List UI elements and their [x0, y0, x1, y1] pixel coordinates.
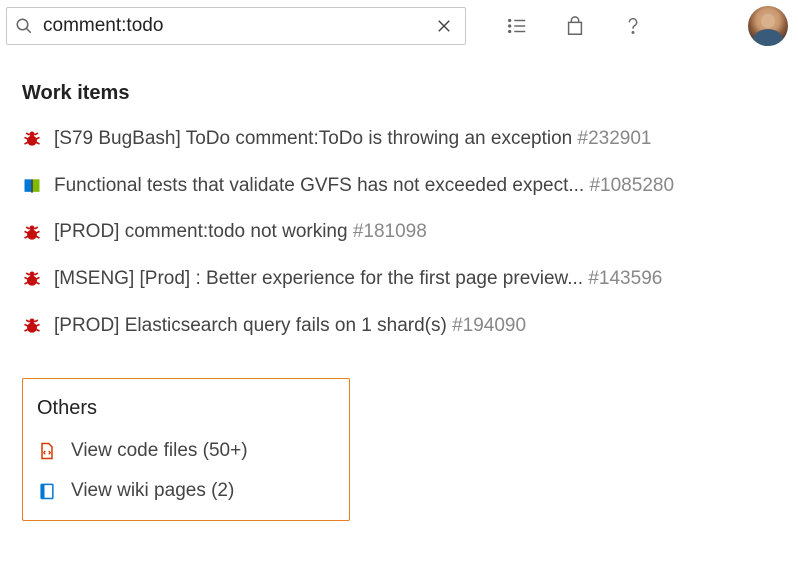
book-icon [22, 176, 42, 196]
work-item-row[interactable]: [PROD] Elasticsearch query fails on 1 sh… [22, 314, 776, 339]
bug-icon [22, 223, 42, 243]
work-items-heading: Work items [22, 82, 776, 105]
topbar [0, 0, 798, 52]
work-item-title: Functional tests that validate GVFS has … [54, 174, 674, 199]
view-wiki-pages-link[interactable]: View wiki pages (2) [37, 480, 335, 502]
view-code-files-link[interactable]: View code files (50+) [37, 440, 335, 462]
wiki-icon [37, 481, 57, 501]
search-icon [15, 17, 33, 35]
other-item-label: View code files (50+) [71, 440, 248, 462]
results-panel: Work items [S79 BugBash] ToDo comment:To… [0, 52, 798, 531]
bug-icon [22, 129, 42, 149]
others-section: Others View code files (50+) View wiki p… [22, 378, 350, 521]
work-item-title: [PROD] comment:todo not working #181098 [54, 220, 427, 245]
clear-search-button[interactable] [431, 13, 457, 39]
shopping-bag-icon[interactable] [564, 15, 586, 37]
other-item-label: View wiki pages (2) [71, 480, 234, 502]
work-item-row[interactable]: Functional tests that validate GVFS has … [22, 174, 776, 199]
work-item-title: [MSENG] [Prod] : Better experience for t… [54, 267, 662, 292]
others-heading: Others [37, 397, 335, 420]
work-items-list: [S79 BugBash] ToDo comment:ToDo is throw… [22, 127, 776, 338]
bug-icon [22, 316, 42, 336]
work-item-title: [S79 BugBash] ToDo comment:ToDo is throw… [54, 127, 651, 152]
code-file-icon [37, 441, 57, 461]
user-avatar[interactable] [748, 6, 788, 46]
work-item-row[interactable]: [PROD] comment:todo not working #181098 [22, 220, 776, 245]
work-item-row[interactable]: [S79 BugBash] ToDo comment:ToDo is throw… [22, 127, 776, 152]
bug-icon [22, 269, 42, 289]
search-input[interactable] [43, 15, 431, 37]
work-item-row[interactable]: [MSENG] [Prod] : Better experience for t… [22, 267, 776, 292]
work-item-title: [PROD] Elasticsearch query fails on 1 sh… [54, 314, 526, 339]
search-box[interactable] [6, 7, 466, 45]
list-icon[interactable] [506, 15, 528, 37]
top-icons [506, 15, 644, 37]
help-icon[interactable] [622, 15, 644, 37]
